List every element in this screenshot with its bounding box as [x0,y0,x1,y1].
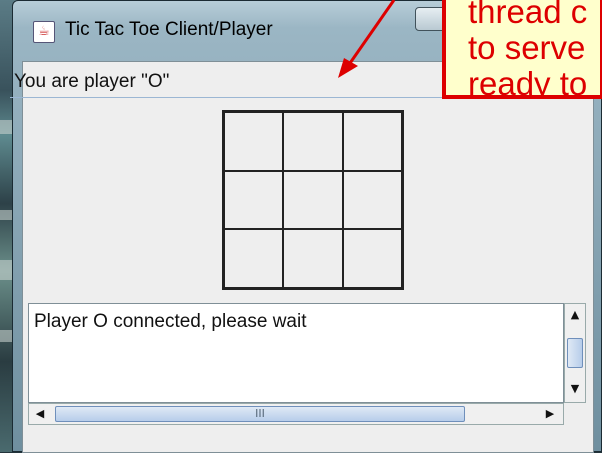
vertical-scroll-thumb[interactable] [567,338,583,368]
vertical-scrollbar[interactable]: ▲ ▼ [564,303,586,403]
board-cell[interactable] [282,111,344,172]
board-cell[interactable] [282,169,344,231]
board-cell[interactable] [223,228,285,289]
tic-tac-toe-board [222,110,404,290]
horizontal-scroll-thumb[interactable]: III [55,406,465,422]
horizontal-scrollbar[interactable]: ◀ III ▶ [28,403,564,425]
board-cell[interactable] [282,228,344,289]
scroll-down-arrow-icon[interactable]: ▼ [567,380,583,398]
board-cell[interactable] [341,111,403,172]
callout-line: ready to [468,65,588,99]
annotation-arrow-icon [338,0,396,78]
log-message: Player O connected, please wait [34,311,307,332]
board-cell[interactable] [223,111,285,172]
scroll-up-arrow-icon[interactable]: ▲ [567,306,583,324]
window-title: Tic Tac Toe Client/Player [65,19,273,40]
callout-line: thread c [468,0,588,30]
board-cell[interactable] [341,169,403,231]
callout-line: to serve [468,29,586,66]
scroll-left-arrow-icon[interactable]: ◀ [31,405,49,423]
annotation-callout: thread c to serve ready to [442,0,602,99]
board-cell[interactable] [223,169,285,231]
scrollbar-corner [564,403,586,425]
board-cell[interactable] [341,228,403,289]
scroll-right-arrow-icon[interactable]: ▶ [541,405,559,423]
java-icon: ☕ [33,21,55,43]
